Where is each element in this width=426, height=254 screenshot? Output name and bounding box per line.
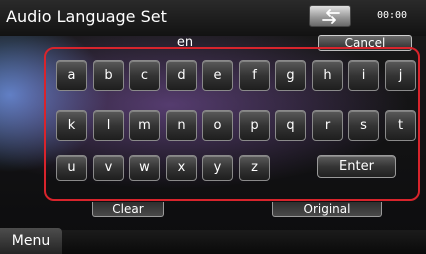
key-e[interactable]: e — [202, 60, 233, 91]
key-x[interactable]: x — [166, 155, 197, 181]
screen-title: Audio Language Set — [6, 7, 167, 26]
audio-language-screen: Audio Language Set 00:00 en Cancel abcde… — [0, 0, 426, 254]
key-a[interactable]: a — [56, 60, 87, 91]
key-b[interactable]: b — [93, 60, 124, 91]
clear-button[interactable]: Clear — [92, 202, 164, 217]
key-n[interactable]: n — [166, 110, 197, 141]
key-k[interactable]: k — [56, 110, 87, 141]
key-o[interactable]: o — [202, 110, 233, 141]
key-p[interactable]: p — [239, 110, 270, 141]
original-button[interactable]: Original — [272, 202, 382, 217]
back-arrow-icon — [322, 9, 340, 24]
back-button[interactable] — [309, 5, 351, 27]
key-d[interactable]: d — [166, 60, 197, 91]
key-u[interactable]: u — [56, 155, 87, 181]
key-h[interactable]: h — [312, 60, 343, 91]
key-j[interactable]: j — [385, 60, 416, 91]
key-y[interactable]: y — [202, 155, 233, 181]
key-z[interactable]: z — [239, 155, 270, 181]
key-f[interactable]: f — [239, 60, 270, 91]
key-s[interactable]: s — [348, 110, 379, 141]
key-l[interactable]: l — [93, 110, 124, 141]
enter-button[interactable]: Enter — [317, 155, 396, 178]
key-r[interactable]: r — [312, 110, 343, 141]
key-i[interactable]: i — [348, 60, 379, 91]
menu-button[interactable]: Menu — [0, 228, 62, 254]
key-t[interactable]: t — [385, 110, 416, 141]
key-g[interactable]: g — [275, 60, 306, 91]
key-q[interactable]: q — [275, 110, 306, 141]
bottom-bar — [62, 230, 426, 254]
key-v[interactable]: v — [93, 155, 124, 181]
key-w[interactable]: w — [129, 155, 160, 181]
clock: 00:00 — [376, 10, 408, 21]
title-bar: Audio Language Set 00:00 — [0, 0, 426, 36]
key-c[interactable]: c — [129, 60, 160, 91]
key-m[interactable]: m — [129, 110, 160, 141]
